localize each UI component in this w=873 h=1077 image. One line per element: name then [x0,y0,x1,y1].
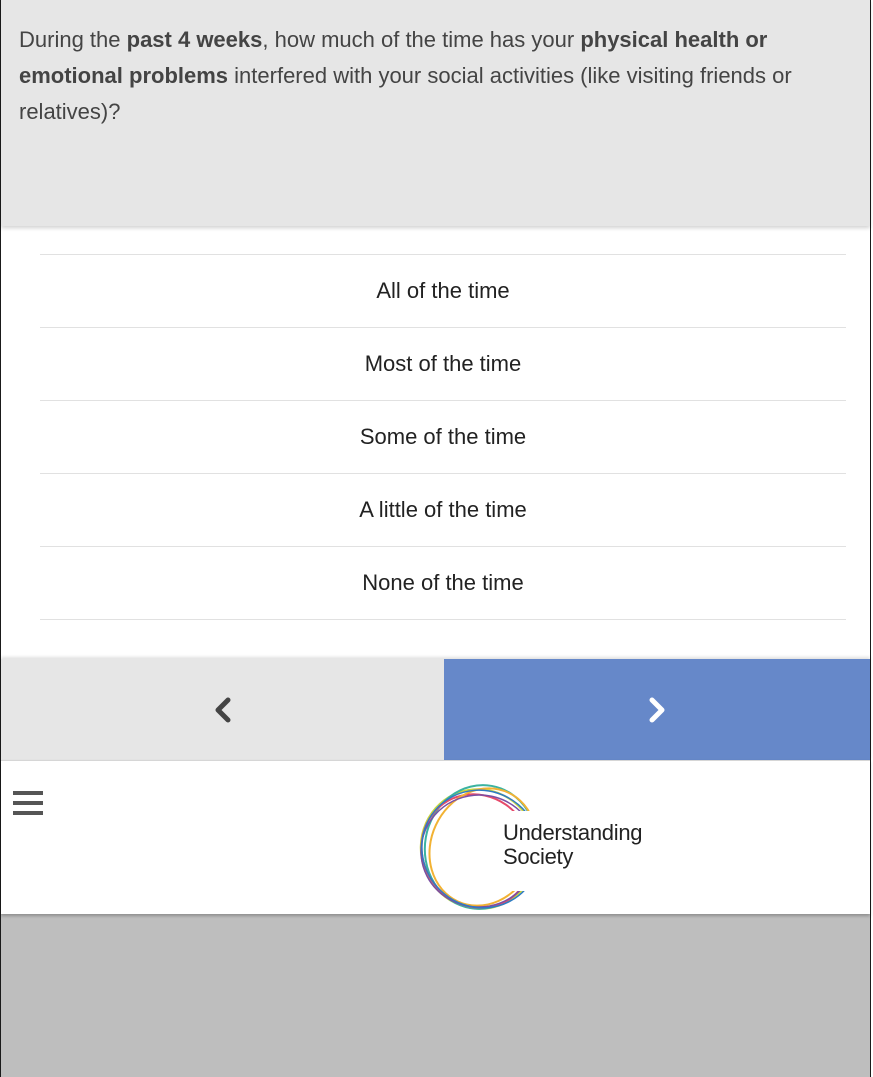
logo-line-2: Society [503,844,574,869]
answer-label: A little of the time [359,497,527,522]
question-part: During the [19,27,127,52]
answer-label: None of the time [362,570,524,595]
question-text: During the past 4 weeks, how much of the… [19,22,852,130]
answer-option-all[interactable]: All of the time [40,255,846,328]
answer-option-most[interactable]: Most of the time [40,328,846,401]
footer: Understanding Society [1,760,870,914]
logo-wordmark: Understanding Society [503,820,643,869]
survey-page: During the past 4 weeks, how much of the… [0,0,871,1077]
hamburger-menu-icon[interactable] [13,791,43,817]
understanding-society-logo: Understanding Society [413,781,673,911]
chevron-right-icon [649,697,665,722]
answer-label: Some of the time [359,424,527,449]
answers-panel: All of the time Most of the time Some of… [1,226,870,659]
question-part-emphasis: past 4 weeks [126,27,263,52]
logo-line-1: Understanding [503,820,643,845]
answer-list: All of the time Most of the time Some of… [40,254,846,620]
question-panel: During the past 4 weeks, how much of the… [1,0,870,226]
chevron-left-icon [215,697,230,722]
answer-option-some[interactable]: Some of the time [40,401,846,474]
answer-label: All of the time [376,278,510,303]
answer-option-none[interactable]: None of the time [40,547,846,620]
navigation-bar [1,659,870,760]
answer-label: Most of the time [364,351,522,376]
question-part: , how much of the time has your [262,27,581,52]
previous-button[interactable] [1,659,444,760]
answer-option-a-little[interactable]: A little of the time [40,474,846,547]
next-button[interactable] [444,659,870,760]
